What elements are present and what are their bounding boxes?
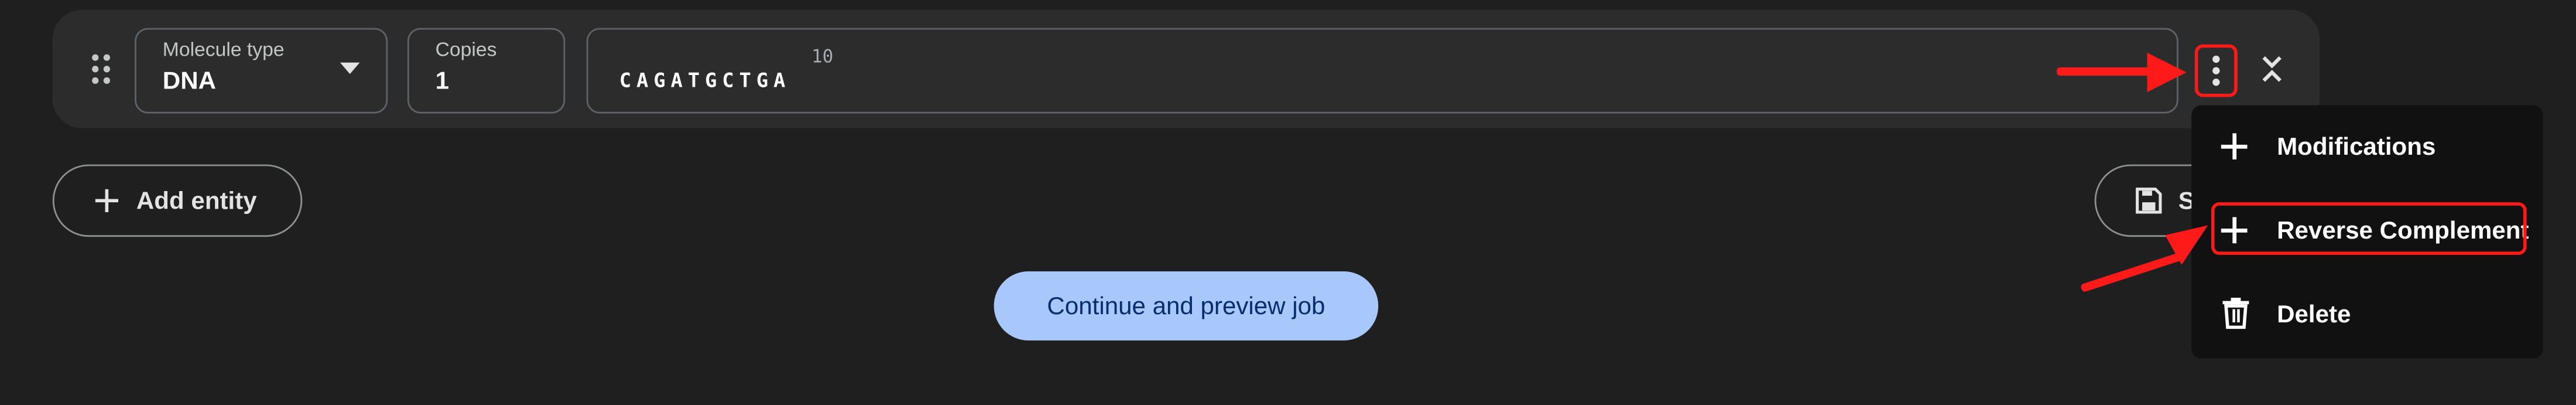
collapse-icon[interactable] (2260, 55, 2283, 84)
copies-label: Copies (435, 38, 497, 61)
drag-handle-icon[interactable] (92, 54, 112, 84)
highlight-reverse-complement (2211, 202, 2527, 255)
copies-value: 1 (435, 67, 450, 96)
highlight-more-button (2194, 44, 2238, 97)
molecule-type-value: DNA (162, 67, 216, 96)
sequence-ruler: 10 (811, 46, 834, 68)
menu-item-delete[interactable]: Delete (2191, 276, 2543, 352)
copies-field[interactable]: Copies 1 (407, 28, 566, 114)
menu-item-label: Delete (2277, 301, 2351, 329)
plus-icon (2221, 133, 2248, 160)
molecule-type-label: Molecule type (162, 38, 285, 61)
menu-item-label: Modifications (2277, 133, 2436, 161)
app-stage: Molecule type DNA Copies 1 10 CAGATGCTGA… (0, 0, 2576, 404)
add-entity-label: Add entity (136, 186, 257, 215)
continue-preview-label: Continue and preview job (1047, 292, 1325, 320)
add-entity-button[interactable]: Add entity (52, 164, 303, 237)
save-icon (2136, 188, 2162, 214)
sequence-text: CAGATGCTGA (619, 69, 791, 93)
molecule-type-select[interactable]: Molecule type DNA (135, 28, 388, 114)
plus-icon (95, 189, 119, 212)
trash-icon (2222, 297, 2249, 329)
sequence-field[interactable]: 10 CAGATGCTGA (586, 28, 2178, 114)
menu-item-modifications[interactable]: Modifications (2191, 108, 2543, 184)
continue-preview-button[interactable]: Continue and preview job (994, 271, 1379, 341)
chevron-down-icon (340, 62, 360, 74)
